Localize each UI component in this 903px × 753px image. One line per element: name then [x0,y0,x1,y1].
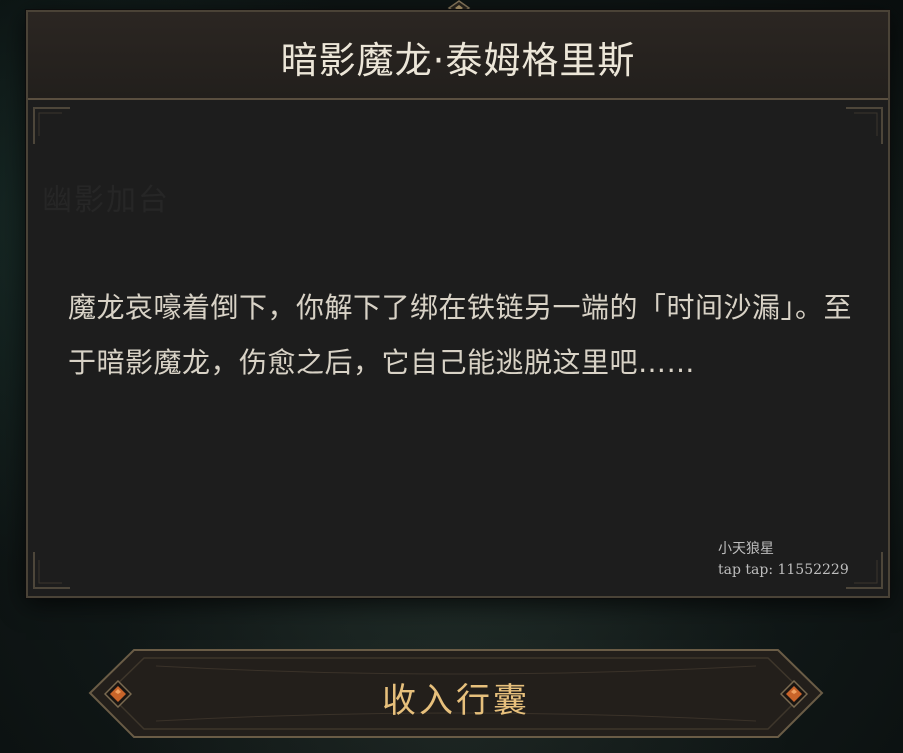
collect-button[interactable]: 收入行囊 [86,646,826,741]
orange-gem-icon [780,680,808,708]
corner-flourish-icon [33,107,70,144]
dialog-description: 魔龙哀嚎着倒下，你解下了绑在铁链另一端的「时间沙漏」。至于暗影魔龙，伤愈之后，它… [68,291,853,379]
corner-flourish-icon [846,552,883,589]
dialog-header: 暗影魔龙·泰姆格里斯 [28,12,888,100]
corner-flourish-icon [846,107,883,144]
dialog-title: 暗影魔龙·泰姆格里斯 [280,39,636,82]
watermark-id: tap tap: 11552229 [718,562,849,578]
watermark: 小天狼星 tap tap: 11552229 [718,539,849,581]
orange-gem-icon [104,680,132,708]
button-frame [88,649,824,738]
watermark-name: 小天狼星 [718,541,774,557]
corner-flourish-icon [33,552,70,589]
faded-heading: 幽影加台 [42,183,170,218]
dialog-panel: 暗影魔龙·泰姆格里斯 幽影加台 魔龙哀嚎着倒下，你解下了绑在铁链另一端的「时间沙… [26,10,890,598]
